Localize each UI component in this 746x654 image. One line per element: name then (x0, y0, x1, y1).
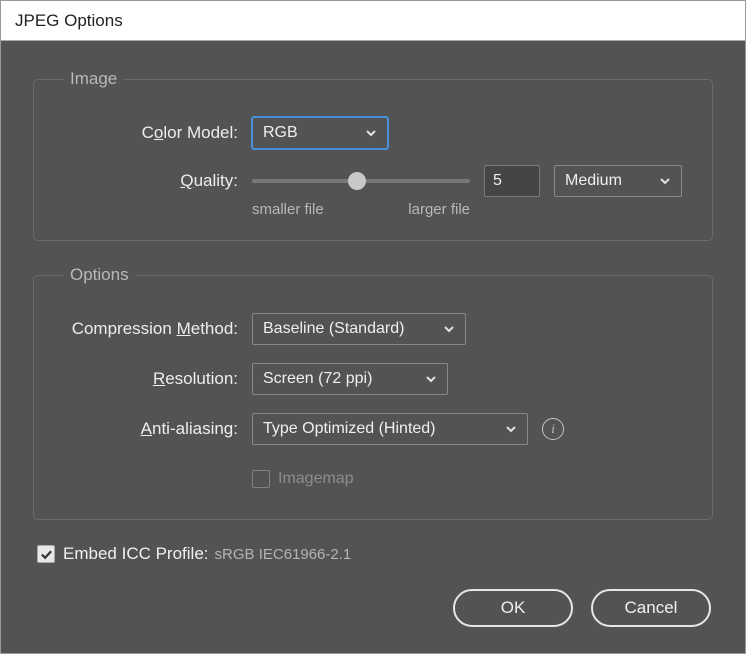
antialias-value: Type Optimized (Hinted) (263, 420, 436, 438)
imagemap-label: Imagemap (278, 470, 354, 488)
embed-icc-row: Embed ICC Profile: sRGB IEC61966-2.1 (37, 544, 713, 564)
color-model-select[interactable]: RGB (252, 117, 388, 149)
quality-controls: 5 Medium (252, 165, 682, 197)
imagemap-row: Imagemap (60, 461, 686, 497)
quality-preset-value: Medium (565, 172, 622, 190)
compression-value: Baseline (Standard) (263, 320, 404, 338)
dialog-body: Image Color Model: RGB Quality: (1, 41, 745, 653)
imagemap-check-row: Imagemap (252, 470, 354, 488)
compression-label: Compression Method: (60, 319, 252, 339)
imagemap-checkbox (252, 470, 270, 488)
quality-preset-select[interactable]: Medium (554, 165, 682, 197)
embed-icc-profile: sRGB IEC61966-2.1 (215, 546, 352, 563)
chevron-down-icon (443, 323, 455, 335)
quality-block: 5 Medium smaller file larger file (252, 165, 682, 218)
quality-input[interactable]: 5 (484, 165, 540, 197)
chevron-down-icon (425, 373, 437, 385)
embed-icc-checkbox[interactable] (37, 545, 55, 563)
hint-larger: larger file (408, 201, 470, 218)
antialias-label: Anti-aliasing: (60, 419, 252, 439)
color-model-row: Color Model: RGB (60, 115, 686, 151)
resolution-label: Resolution: (60, 369, 252, 389)
options-legend: Options (64, 265, 135, 285)
quality-label: Quality: (60, 165, 252, 191)
options-group: Options Compression Method: Baseline (St… (33, 265, 713, 520)
dialog-buttons: OK Cancel (453, 589, 711, 627)
cancel-button[interactable]: Cancel (591, 589, 711, 627)
window-title: JPEG Options (15, 11, 123, 31)
jpeg-options-dialog: JPEG Options Image Color Model: RGB Qual… (0, 0, 746, 654)
image-group: Image Color Model: RGB Quality: (33, 69, 713, 241)
quality-hints: smaller file larger file (252, 201, 470, 218)
color-model-label: Color Model: (60, 123, 252, 143)
image-legend: Image (64, 69, 123, 89)
color-model-value: RGB (263, 124, 298, 142)
titlebar: JPEG Options (1, 1, 745, 41)
chevron-down-icon (659, 175, 671, 187)
compression-select[interactable]: Baseline (Standard) (252, 313, 466, 345)
quality-slider[interactable] (252, 171, 470, 191)
antialias-row: Anti-aliasing: Type Optimized (Hinted) i (60, 411, 686, 447)
quality-row: Quality: 5 Medium (60, 165, 686, 218)
antialias-select[interactable]: Type Optimized (Hinted) (252, 413, 528, 445)
resolution-value: Screen (72 ppi) (263, 370, 372, 388)
resolution-select[interactable]: Screen (72 ppi) (252, 363, 448, 395)
ok-button[interactable]: OK (453, 589, 573, 627)
embed-icc-label: Embed ICC Profile: (63, 544, 209, 564)
chevron-down-icon (505, 423, 517, 435)
resolution-row: Resolution: Screen (72 ppi) (60, 361, 686, 397)
compression-row: Compression Method: Baseline (Standard) (60, 311, 686, 347)
slider-thumb[interactable] (348, 172, 366, 190)
chevron-down-icon (365, 127, 377, 139)
info-icon[interactable]: i (542, 418, 564, 440)
hint-smaller: smaller file (252, 201, 324, 218)
